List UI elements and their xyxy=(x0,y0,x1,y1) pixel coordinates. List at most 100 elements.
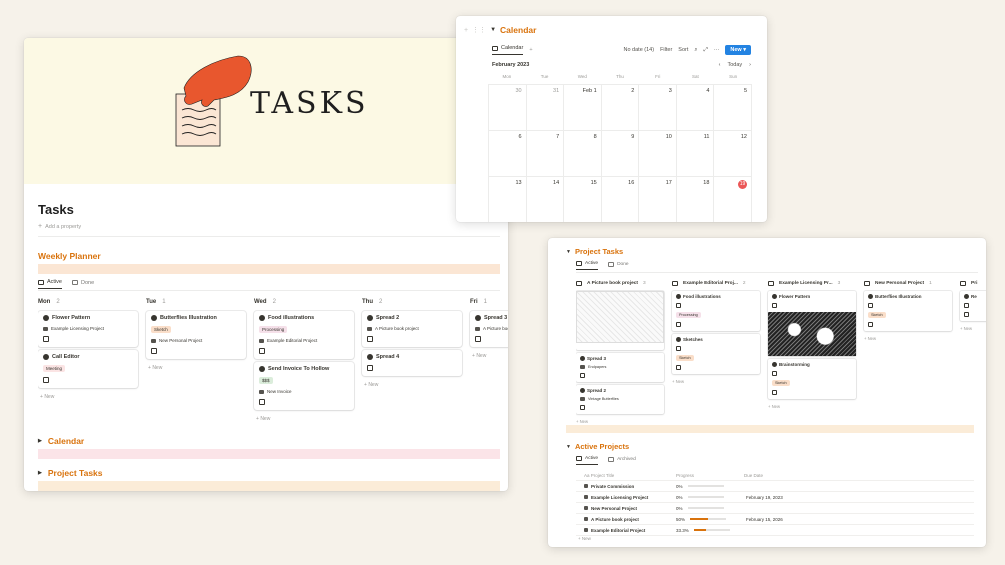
task-card[interactable]: Send Invoice To Hollow $$$ New Invoice xyxy=(254,362,354,410)
calendar-day-cell[interactable]: 16 xyxy=(602,177,640,222)
new-card-button[interactable]: + New xyxy=(576,419,664,424)
done-checkbox[interactable] xyxy=(475,336,481,342)
done-checkbox[interactable] xyxy=(964,312,969,317)
task-card[interactable]: Spread 3 A Picture book project xyxy=(470,311,508,347)
done-checkbox[interactable] xyxy=(676,365,681,370)
calendar-day-cell[interactable]: 17 xyxy=(639,177,677,222)
done-checkbox[interactable] xyxy=(259,399,265,405)
chevron-left-icon[interactable]: ‹ xyxy=(719,62,721,68)
new-card-button[interactable]: + New xyxy=(768,404,856,409)
add-property-button[interactable]: + Add a property xyxy=(38,223,81,230)
calendar-day-cell[interactable]: 12 xyxy=(714,131,752,177)
task-card[interactable]: Spread 2 Vintage Butterflies xyxy=(576,385,664,414)
task-card[interactable]: Food illustrations Processing Example Edit… xyxy=(254,311,354,359)
task-card[interactable] xyxy=(576,291,664,350)
calendar-day-cell[interactable]: 13 xyxy=(489,177,527,222)
drag-handle-icon[interactable]: ⋮⋮ xyxy=(472,26,486,34)
calendar-day-cell[interactable]: 8 xyxy=(564,131,602,177)
new-card-button[interactable]: + New xyxy=(470,353,508,359)
calendar-day-cell[interactable]: 6 xyxy=(489,131,527,177)
calendar-day-cell[interactable]: 18 xyxy=(677,177,715,222)
done-checkbox[interactable] xyxy=(580,405,585,410)
column-header-due-date[interactable]: Due Date xyxy=(744,473,974,478)
task-card[interactable]: Food illustrations Processing xyxy=(672,291,760,331)
add-block-icon[interactable]: + xyxy=(464,27,468,34)
task-card[interactable]: Re xyxy=(960,291,986,321)
done-checkbox[interactable] xyxy=(580,373,585,378)
task-card[interactable]: Flower Pattern Example Licensing Project xyxy=(38,311,138,347)
calendar-toggle[interactable]: ▶ Calendar xyxy=(38,436,84,446)
project-tasks-toggle[interactable]: ▶ Project Tasks xyxy=(38,468,103,478)
done-checkbox[interactable] xyxy=(259,348,265,354)
done-checkbox[interactable] xyxy=(676,303,681,308)
active-projects-heading[interactable]: ▼ Active Projects xyxy=(566,442,629,451)
calendar-heading[interactable]: + ⋮⋮ ▼ Calendar xyxy=(464,25,536,35)
done-checkbox[interactable] xyxy=(772,371,777,376)
task-card[interactable]: Sketches Sketch xyxy=(672,334,760,374)
more-icon[interactable]: ··· xyxy=(714,47,720,53)
new-card-button[interactable]: + New xyxy=(864,336,952,341)
expand-icon[interactable]: ⤢ xyxy=(703,47,707,54)
task-card[interactable]: Butterflies Illustration Sketch New Person… xyxy=(146,311,246,359)
new-card-button[interactable]: + New xyxy=(672,379,760,384)
calendar-day-cell[interactable]: 31 xyxy=(526,85,565,131)
table-row[interactable]: Example Editorial Project 33.3% xyxy=(576,525,974,536)
done-checkbox[interactable] xyxy=(772,303,777,308)
done-checkbox[interactable] xyxy=(676,346,681,351)
calendar-day-cell[interactable]: 30 xyxy=(489,85,527,131)
table-row[interactable]: A Picture book project 50% February 15, 20… xyxy=(576,514,974,525)
no-date-button[interactable]: No date (14) xyxy=(623,47,654,53)
done-checkbox[interactable] xyxy=(676,322,681,327)
new-card-button[interactable]: + New xyxy=(38,394,138,400)
done-checkbox[interactable] xyxy=(151,348,157,354)
search-icon[interactable]: ⌕ xyxy=(694,47,697,54)
task-card[interactable]: Brainstorming Sketch xyxy=(768,359,856,399)
tab-active[interactable]: Active xyxy=(38,279,62,289)
calendar-day-cell[interactable]: 10 xyxy=(639,131,677,177)
calendar-day-cell[interactable]: 4 xyxy=(676,85,715,131)
table-row[interactable]: Private Commission 0% xyxy=(576,481,974,492)
task-card[interactable]: Flower Pattern xyxy=(768,291,856,356)
done-checkbox[interactable] xyxy=(43,377,49,383)
calendar-day-cell[interactable]: Feb 1 xyxy=(564,85,602,131)
add-view-icon[interactable]: + xyxy=(529,47,532,53)
calendar-day-cell[interactable]: 7 xyxy=(526,131,565,177)
new-card-button[interactable]: + New xyxy=(960,326,986,331)
calendar-day-cell[interactable]: 3 xyxy=(639,85,677,131)
calendar-day-cell[interactable]: 19 xyxy=(714,177,752,222)
table-new-row-button[interactable]: + New xyxy=(578,536,591,541)
calendar-day-cell[interactable]: 5 xyxy=(714,85,752,131)
table-row[interactable]: Example Licensing Project 0% February 19, … xyxy=(576,492,974,503)
tab-done[interactable]: Done xyxy=(71,279,94,289)
sort-button[interactable]: Sort xyxy=(678,47,688,53)
table-row[interactable]: New Personal Project 0% xyxy=(576,503,974,514)
column-header-title[interactable]: Aa Project Title xyxy=(576,473,676,478)
filter-button[interactable]: Filter xyxy=(660,47,672,53)
new-card-button[interactable]: + New xyxy=(362,382,462,388)
new-card-button[interactable]: + New xyxy=(146,365,246,371)
done-checkbox[interactable] xyxy=(964,303,969,308)
tab-active[interactable]: Active xyxy=(576,261,599,270)
task-card[interactable]: Spread 2 A Picture book project xyxy=(362,311,462,347)
task-card[interactable]: Butterflies Illustration Sketch xyxy=(864,291,952,331)
today-button[interactable]: Today xyxy=(727,62,742,68)
calendar-day-cell[interactable]: 9 xyxy=(601,131,640,177)
done-checkbox[interactable] xyxy=(367,365,373,371)
done-checkbox[interactable] xyxy=(868,322,873,327)
calendar-day-cell[interactable]: 2 xyxy=(601,85,640,131)
task-card[interactable]: Call Editor Meeting xyxy=(38,350,138,388)
tab-done[interactable]: Done xyxy=(608,261,629,270)
calendar-day-cell[interactable]: 15 xyxy=(564,177,602,222)
task-card[interactable]: Spread 4 xyxy=(362,350,462,376)
done-checkbox[interactable] xyxy=(43,336,49,342)
project-tasks-heading[interactable]: ▼ Project Tasks xyxy=(566,247,623,256)
tab-archived[interactable]: Archived xyxy=(608,456,636,465)
tab-calendar[interactable]: Calendar xyxy=(492,45,524,55)
new-button[interactable]: New ▾ xyxy=(725,45,751,55)
task-card[interactable]: Spread 3 Endpapers xyxy=(576,353,664,382)
tab-active[interactable]: Active xyxy=(576,456,599,465)
column-header-progress[interactable]: Progress xyxy=(676,473,744,478)
done-checkbox[interactable] xyxy=(868,303,873,308)
calendar-day-cell[interactable]: 11 xyxy=(676,131,715,177)
done-checkbox[interactable] xyxy=(772,390,777,395)
